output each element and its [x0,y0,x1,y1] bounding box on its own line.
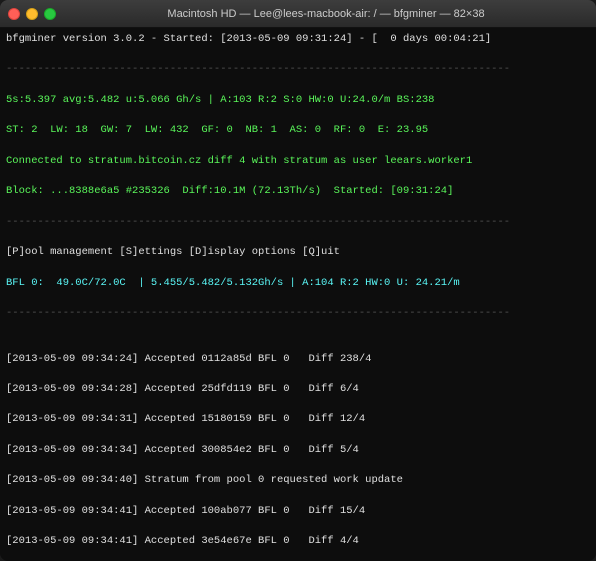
minimize-button[interactable] [26,8,38,20]
terminal-line: [2013-05-09 09:34:24] Accepted 0112a85d … [6,352,590,367]
terminal-line: 5s:5.397 avg:5.482 u:5.066 Gh/s | A:103 … [6,93,590,108]
window-title: Macintosh HD — Lee@lees-macbook-air: / —… [64,8,588,20]
terminal-line: bfgminer version 3.0.2 - Started: [2013-… [6,32,590,47]
terminal-line: ST: 2 LW: 18 GW: 7 LW: 432 GF: 0 NB: 1 A… [6,123,590,138]
close-button[interactable] [8,8,20,20]
terminal-line: [P]ool management [S]ettings [D]isplay o… [6,245,590,260]
terminal-output: bfgminer version 3.0.2 - Started: [2013-… [6,32,590,557]
terminal-line: ----------------------------------------… [6,62,590,77]
terminal-line: Block: ...8388e6a5 #235326 Diff:10.1M (7… [6,184,590,199]
terminal-line: [2013-05-09 09:34:34] Accepted 300854e2 … [6,443,590,458]
terminal-line: [2013-05-09 09:34:41] Accepted 100ab077 … [6,504,590,519]
terminal-line: [2013-05-09 09:34:41] Accepted 3e54e67e … [6,534,590,549]
terminal-line: BFL 0: 49.0C/72.0C | 5.455/5.482/5.132Gh… [6,276,590,291]
terminal-line: [2013-05-09 09:34:40] Stratum from pool … [6,473,590,488]
maximize-button[interactable] [44,8,56,20]
titlebar: Macintosh HD — Lee@lees-macbook-air: / —… [0,0,596,28]
terminal-line: ----------------------------------------… [6,306,590,321]
traffic-lights [8,8,56,20]
terminal-line: ----------------------------------------… [6,215,590,230]
terminal-line: [2013-05-09 09:34:28] Accepted 25dfd119 … [6,382,590,397]
terminal-line: Connected to stratum.bitcoin.cz diff 4 w… [6,154,590,169]
terminal-line: [2013-05-09 09:34:31] Accepted 15180159 … [6,412,590,427]
terminal-body: bfgminer version 3.0.2 - Started: [2013-… [0,28,596,561]
terminal-window: Macintosh HD — Lee@lees-macbook-air: / —… [0,0,596,561]
